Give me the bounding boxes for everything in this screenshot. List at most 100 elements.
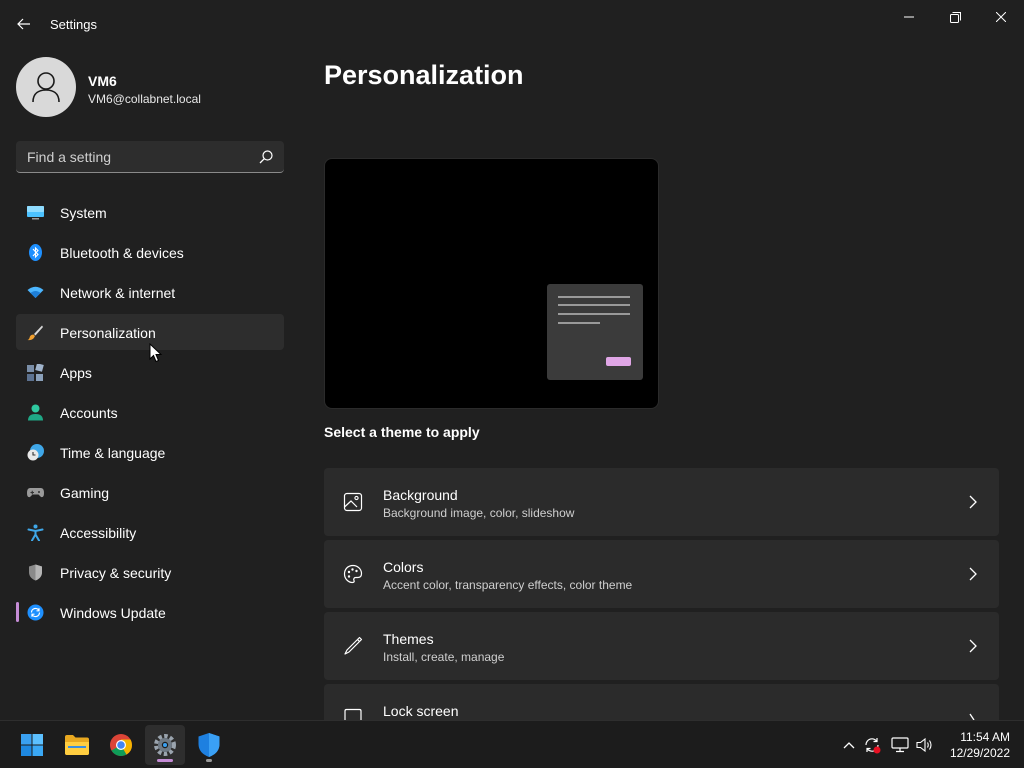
card-subtitle: Accent color, transparency effects, colo… <box>383 578 633 592</box>
sidebar-item-label: Privacy & security <box>60 565 172 581</box>
clock-globe-icon <box>27 444 44 461</box>
lock-screen-card[interactable]: Lock screen <box>324 684 999 720</box>
chevron-right-icon <box>969 639 977 653</box>
page-title: Personalization <box>324 60 524 90</box>
open-app-indicator <box>206 759 212 762</box>
network-icon <box>891 737 909 753</box>
restore-button[interactable] <box>932 2 978 32</box>
back-button[interactable] <box>10 10 38 38</box>
card-title: Background <box>383 487 458 503</box>
card-title: Lock screen <box>383 703 459 719</box>
sidebar-item-label: Bluetooth & devices <box>60 245 184 261</box>
sidebar-item-gaming[interactable]: Gaming <box>16 474 284 510</box>
sidebar-item-accounts[interactable]: Accounts <box>16 394 284 430</box>
brush-icon <box>27 325 43 341</box>
sidebar-item-label: Time & language <box>60 445 166 461</box>
sidebar-item-time-language[interactable]: Time & language <box>16 434 284 470</box>
tray-volume[interactable] <box>915 735 935 755</box>
close-icon <box>996 12 1006 22</box>
palette-icon <box>343 564 363 584</box>
card-title: Colors <box>383 559 424 575</box>
card-subtitle: Background image, color, slideshow <box>383 506 575 520</box>
sidebar-item-label: Accounts <box>60 405 118 421</box>
app-title: Settings <box>50 17 97 32</box>
taskbar: 11:54 AM 12/29/2022 <box>0 720 1024 768</box>
start-button[interactable] <box>12 725 52 765</box>
chrome-icon <box>110 734 132 756</box>
active-app-indicator <box>157 759 173 762</box>
taskbar-settings[interactable] <box>145 725 185 765</box>
person-icon <box>32 72 60 103</box>
card-title: Themes <box>383 631 434 647</box>
taskbar-clock[interactable]: 11:54 AM 12/29/2022 <box>940 729 1010 761</box>
apps-icon <box>27 364 44 381</box>
tray-update-status[interactable] <box>862 735 882 755</box>
bluetooth-icon <box>29 244 42 261</box>
clock-date: 12/29/2022 <box>949 746 1010 760</box>
themes-card[interactable]: Themes Install, create, manage <box>324 612 999 680</box>
sidebar-item-label: Accessibility <box>60 525 137 541</box>
account-icon <box>28 404 43 421</box>
sidebar-item-accessibility[interactable]: Accessibility <box>16 514 284 550</box>
sidebar-item-label: Network & internet <box>60 285 176 301</box>
theme-preview <box>324 158 659 409</box>
windows-security-icon <box>198 733 220 757</box>
show-hidden-icons-button[interactable] <box>839 735 859 755</box>
sidebar-item-network[interactable]: Network & internet <box>16 274 284 310</box>
card-subtitle: Install, create, manage <box>383 650 505 664</box>
theme-section-label: Select a theme to apply <box>324 424 480 440</box>
selection-indicator <box>16 602 19 622</box>
sidebar-item-privacy-security[interactable]: Privacy & security <box>16 554 284 590</box>
close-button[interactable] <box>978 2 1024 32</box>
user-profile[interactable]: VM6 VM6@collabnet.local <box>16 57 286 117</box>
gamepad-icon <box>27 488 44 498</box>
mouse-cursor-icon <box>149 343 163 363</box>
user-email: VM6@collabnet.local <box>88 92 201 106</box>
sidebar-item-system[interactable]: System <box>16 194 284 230</box>
clock-time: 11:54 AM <box>960 730 1010 744</box>
start-icon <box>21 734 43 756</box>
title-bar: Settings <box>0 0 1024 48</box>
settings-icon <box>154 734 176 756</box>
minimize-icon <box>904 16 914 18</box>
search-icon[interactable] <box>258 149 274 165</box>
taskbar-chrome[interactable] <box>101 725 141 765</box>
system-icon <box>27 206 44 220</box>
sidebar-item-windows-update[interactable]: Windows Update <box>16 594 284 630</box>
search-input[interactable] <box>16 141 246 172</box>
preview-line <box>558 296 630 298</box>
avatar[interactable] <box>16 57 76 117</box>
minimize-button[interactable] <box>886 2 932 32</box>
sidebar-item-label: Windows Update <box>60 605 166 621</box>
user-name: VM6 <box>88 73 117 89</box>
restore-icon <box>949 11 961 23</box>
lock-screen-icon <box>344 708 362 720</box>
sidebar-nav: System Bluetooth & devices Network & int… <box>16 194 284 634</box>
sidebar-item-label: Personalization <box>60 325 156 341</box>
pen-icon <box>344 636 363 655</box>
chevron-right-icon <box>969 495 977 509</box>
sidebar-item-label: Gaming <box>60 485 110 501</box>
preview-line <box>558 313 630 315</box>
preview-accent-button <box>606 357 631 366</box>
tray-network[interactable] <box>890 735 910 755</box>
volume-icon <box>916 737 932 753</box>
search-box[interactable] <box>16 141 284 173</box>
shield-icon <box>29 564 42 581</box>
sidebar-item-label: Apps <box>60 365 92 381</box>
preview-line <box>558 322 600 324</box>
taskbar-windows-security[interactable] <box>189 725 229 765</box>
chevron-right-icon <box>969 713 975 720</box>
wifi-icon <box>27 286 44 298</box>
sidebar-item-label: System <box>60 205 107 221</box>
colors-card[interactable]: Colors Accent color, transparency effect… <box>324 540 999 608</box>
taskbar-file-explorer[interactable] <box>57 725 97 765</box>
sync-alert-icon <box>865 738 881 754</box>
image-icon <box>343 492 363 512</box>
chevron-up-icon <box>843 742 855 749</box>
arrow-left-icon <box>17 18 30 30</box>
update-icon <box>27 604 44 621</box>
accessibility-icon <box>27 524 44 541</box>
background-card[interactable]: Background Background image, color, slid… <box>324 468 999 536</box>
sidebar-item-bluetooth[interactable]: Bluetooth & devices <box>16 234 284 270</box>
